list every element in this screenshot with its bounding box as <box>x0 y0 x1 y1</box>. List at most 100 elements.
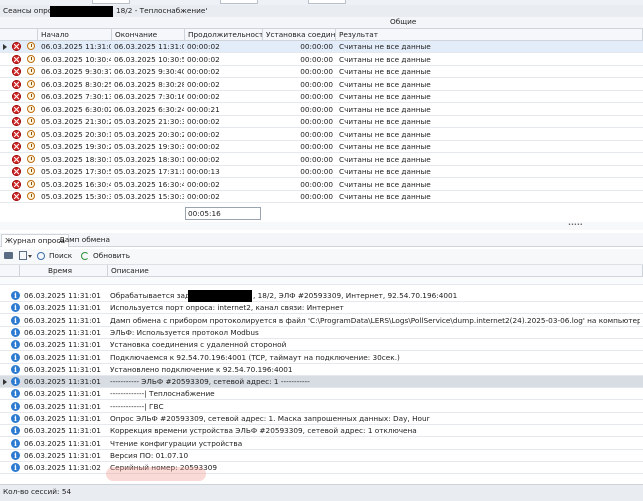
sessions-column-header: Начало Окончание Продолжительность с... … <box>0 28 643 41</box>
session-connection: 00:00:00 <box>300 142 333 151</box>
session-result: Считаны не все данные <box>339 179 431 189</box>
error-icon <box>12 129 21 139</box>
session-end: 06.03.2025 8:30:28 <box>114 79 184 89</box>
log-description: -------------| ГВС <box>110 401 164 411</box>
session-duration: 00:00:02 <box>187 117 220 126</box>
log-description: Коррекция времени устройства ЭЛЬФ #20593… <box>110 426 417 436</box>
log-description-tail: , 18/2, ЭЛФ #20593309, Интернет, 92.54.7… <box>253 291 458 300</box>
log-row[interactable]: i 06.03.2025 11:31:01 Опрос ЭЛЬФ #20593309… <box>0 413 643 425</box>
log-row[interactable]: i 06.03.2025 11:31:01 Версия ПО: 01.07.10 <box>0 450 643 462</box>
session-duration: 00:00:02 <box>187 79 220 89</box>
session-row[interactable]: 06.03.2025 8:30:25 06.03.2025 8:30:28 00:0… <box>0 79 643 91</box>
log-row[interactable]: i 06.03.2025 11:31:02 Серийный номер: 2059… <box>0 462 643 475</box>
log-col-time[interactable]: Время <box>20 265 108 277</box>
log-time: 06.03.2025 11:31:01 <box>24 401 101 411</box>
session-row[interactable]: 05.03.2025 16:30:45 05.03.2025 16:30:48 00… <box>0 179 643 191</box>
session-row[interactable]: 06.03.2025 10:30:49 06.03.2025 10:30:52 00… <box>0 54 643 66</box>
session-row[interactable]: 05.03.2025 20:30:19 05.03.2025 20:30:21 00… <box>0 129 643 141</box>
export-dropdown-icon[interactable] <box>28 255 32 258</box>
session-row[interactable]: 05.03.2025 21:30:29 05.03.2025 21:30:32 00… <box>0 116 643 128</box>
top-combo-right[interactable] <box>308 0 346 4</box>
session-row[interactable]: 06.03.2025 6:30:02 06.03.2025 6:30:24 00:0… <box>0 104 643 116</box>
session-end: 05.03.2025 18:30:14 <box>114 154 184 164</box>
top-combo-mid[interactable] <box>220 0 258 4</box>
session-result: Считаны не все данные <box>339 104 431 114</box>
session-connection: 00:00:00 <box>300 192 333 201</box>
log-row[interactable]: i 06.03.2025 11:31:01 -------------| ГВС <box>0 401 643 413</box>
log-row[interactable]: i 06.03.2025 11:31:01 Установка соединения… <box>0 339 643 352</box>
session-end: 05.03.2025 17:31:13 <box>114 167 184 176</box>
search-icon[interactable] <box>37 252 45 260</box>
col-duration[interactable]: Продолжительность с... <box>185 29 263 41</box>
col-connection[interactable]: Установка соединени... <box>263 29 336 41</box>
log-time: 06.03.2025 11:31:01 <box>24 352 101 362</box>
error-icon <box>12 42 21 51</box>
session-duration: 00:00:02 <box>187 154 220 164</box>
session-duration: 00:00:02 <box>187 92 220 101</box>
session-start: 05.03.2025 15:30:35 <box>41 192 111 201</box>
session-duration: 00:00:02 <box>187 67 220 76</box>
info-icon: i <box>11 291 20 300</box>
redacted-block <box>188 290 252 302</box>
session-row[interactable]: 05.03.2025 19:30:29 05.03.2025 19:30:32 00… <box>0 141 643 153</box>
session-end: 05.03.2025 15:30:38 <box>114 192 184 201</box>
session-row[interactable]: 05.03.2025 17:30:59 05.03.2025 17:31:13 00… <box>0 166 643 178</box>
alarm-clock-icon <box>27 129 35 138</box>
session-connection: 00:00:00 <box>300 92 333 101</box>
log-row[interactable]: i 06.03.2025 11:31:01 Коррекция времени ус… <box>0 425 643 438</box>
log-time: 06.03.2025 11:31:01 <box>24 315 101 325</box>
sessions-footer-area <box>0 222 643 230</box>
session-result: Считаны не все данные <box>339 79 431 89</box>
info-icon: i <box>11 426 20 436</box>
log-row[interactable]: i 06.03.2025 11:31:01 ----------- ЭЛЬФ #20… <box>0 376 643 389</box>
session-row[interactable]: 05.03.2025 15:30:35 05.03.2025 15:30:38 00… <box>0 191 643 203</box>
error-icon <box>12 92 21 101</box>
session-connection: 00:00:00 <box>300 179 333 189</box>
export-icon[interactable] <box>19 251 27 260</box>
session-row[interactable]: 05.03.2025 18:30:12 05.03.2025 18:30:14 00… <box>0 154 643 166</box>
col-result[interactable]: Результат <box>336 29 643 41</box>
session-start: 06.03.2025 8:30:25 <box>41 79 111 89</box>
top-combo-left[interactable] <box>92 0 130 4</box>
session-connection: 00:00:00 <box>300 104 333 114</box>
session-result: Считаны не все данные <box>339 54 431 64</box>
session-connection: 00:00:00 <box>300 67 333 76</box>
printer-icon[interactable] <box>4 252 13 259</box>
log-description: Подключаемся к 92.54.70.196:4001 (TCP, т… <box>110 352 400 362</box>
tab-exchange-dump[interactable]: Дамп обмена <box>56 234 113 246</box>
refresh-icon[interactable] <box>81 252 89 260</box>
log-time: 06.03.2025 11:31:02 <box>24 463 101 473</box>
log-row[interactable]: i 06.03.2025 11:31:01 Установлено подключе… <box>0 364 643 376</box>
refresh-button[interactable]: Обновить <box>93 251 130 260</box>
session-row[interactable]: 06.03.2025 11:31:01 06.03.2025 11:31:04 00… <box>0 41 643 53</box>
info-icon: i <box>11 303 20 313</box>
log-header-gap <box>0 277 643 285</box>
log-row[interactable]: i 06.03.2025 11:31:01 Подключаемся к 92.54… <box>0 352 643 364</box>
log-row[interactable]: i 06.03.2025 11:31:01 Используется порт оп… <box>0 302 643 315</box>
current-row-arrow-icon <box>3 44 7 50</box>
col-end[interactable]: Окончание <box>112 29 185 41</box>
log-row[interactable]: i 06.03.2025 11:31:01 Обрабатывается задан… <box>0 290 643 302</box>
info-icon: i <box>11 327 20 337</box>
log-col-description[interactable]: Описание <box>108 265 643 277</box>
error-icon <box>12 154 21 164</box>
log-row[interactable]: i 06.03.2025 11:31:01 Дамп обмена с прибор… <box>0 315 643 327</box>
splitter-handle[interactable]: ••••• <box>568 222 583 228</box>
log-row[interactable]: i 06.03.2025 11:31:01 Чтение конфигурации … <box>0 438 643 450</box>
session-duration: 00:00:21 <box>187 104 220 114</box>
session-connection: 00:00:00 <box>300 129 333 139</box>
group-header-row: Общие <box>0 17 643 28</box>
session-row[interactable]: 06.03.2025 7:30:13 06.03.2025 7:30:16 00:0… <box>0 91 643 103</box>
log-description: Установка соединения с удаленной стороно… <box>110 340 287 350</box>
session-result: Считаны не все данные <box>339 192 431 201</box>
log-row[interactable]: i 06.03.2025 11:31:01 ЭЛЬФ: Используется п… <box>0 327 643 339</box>
session-result: Считаны не все данные <box>339 92 431 101</box>
session-end: 06.03.2025 11:31:04 <box>114 42 184 51</box>
log-row[interactable]: i 06.03.2025 11:31:01 -------------| Тепло… <box>0 388 643 401</box>
session-result: Считаны не все данные <box>339 167 431 176</box>
info-icon: i <box>11 352 20 362</box>
col-start[interactable]: Начало <box>38 29 112 41</box>
session-start: 05.03.2025 19:30:29 <box>41 142 111 151</box>
search-button[interactable]: Поиск <box>49 251 72 260</box>
session-row[interactable]: 06.03.2025 9:30:37 06.03.2025 9:30:40 00:0… <box>0 66 643 78</box>
